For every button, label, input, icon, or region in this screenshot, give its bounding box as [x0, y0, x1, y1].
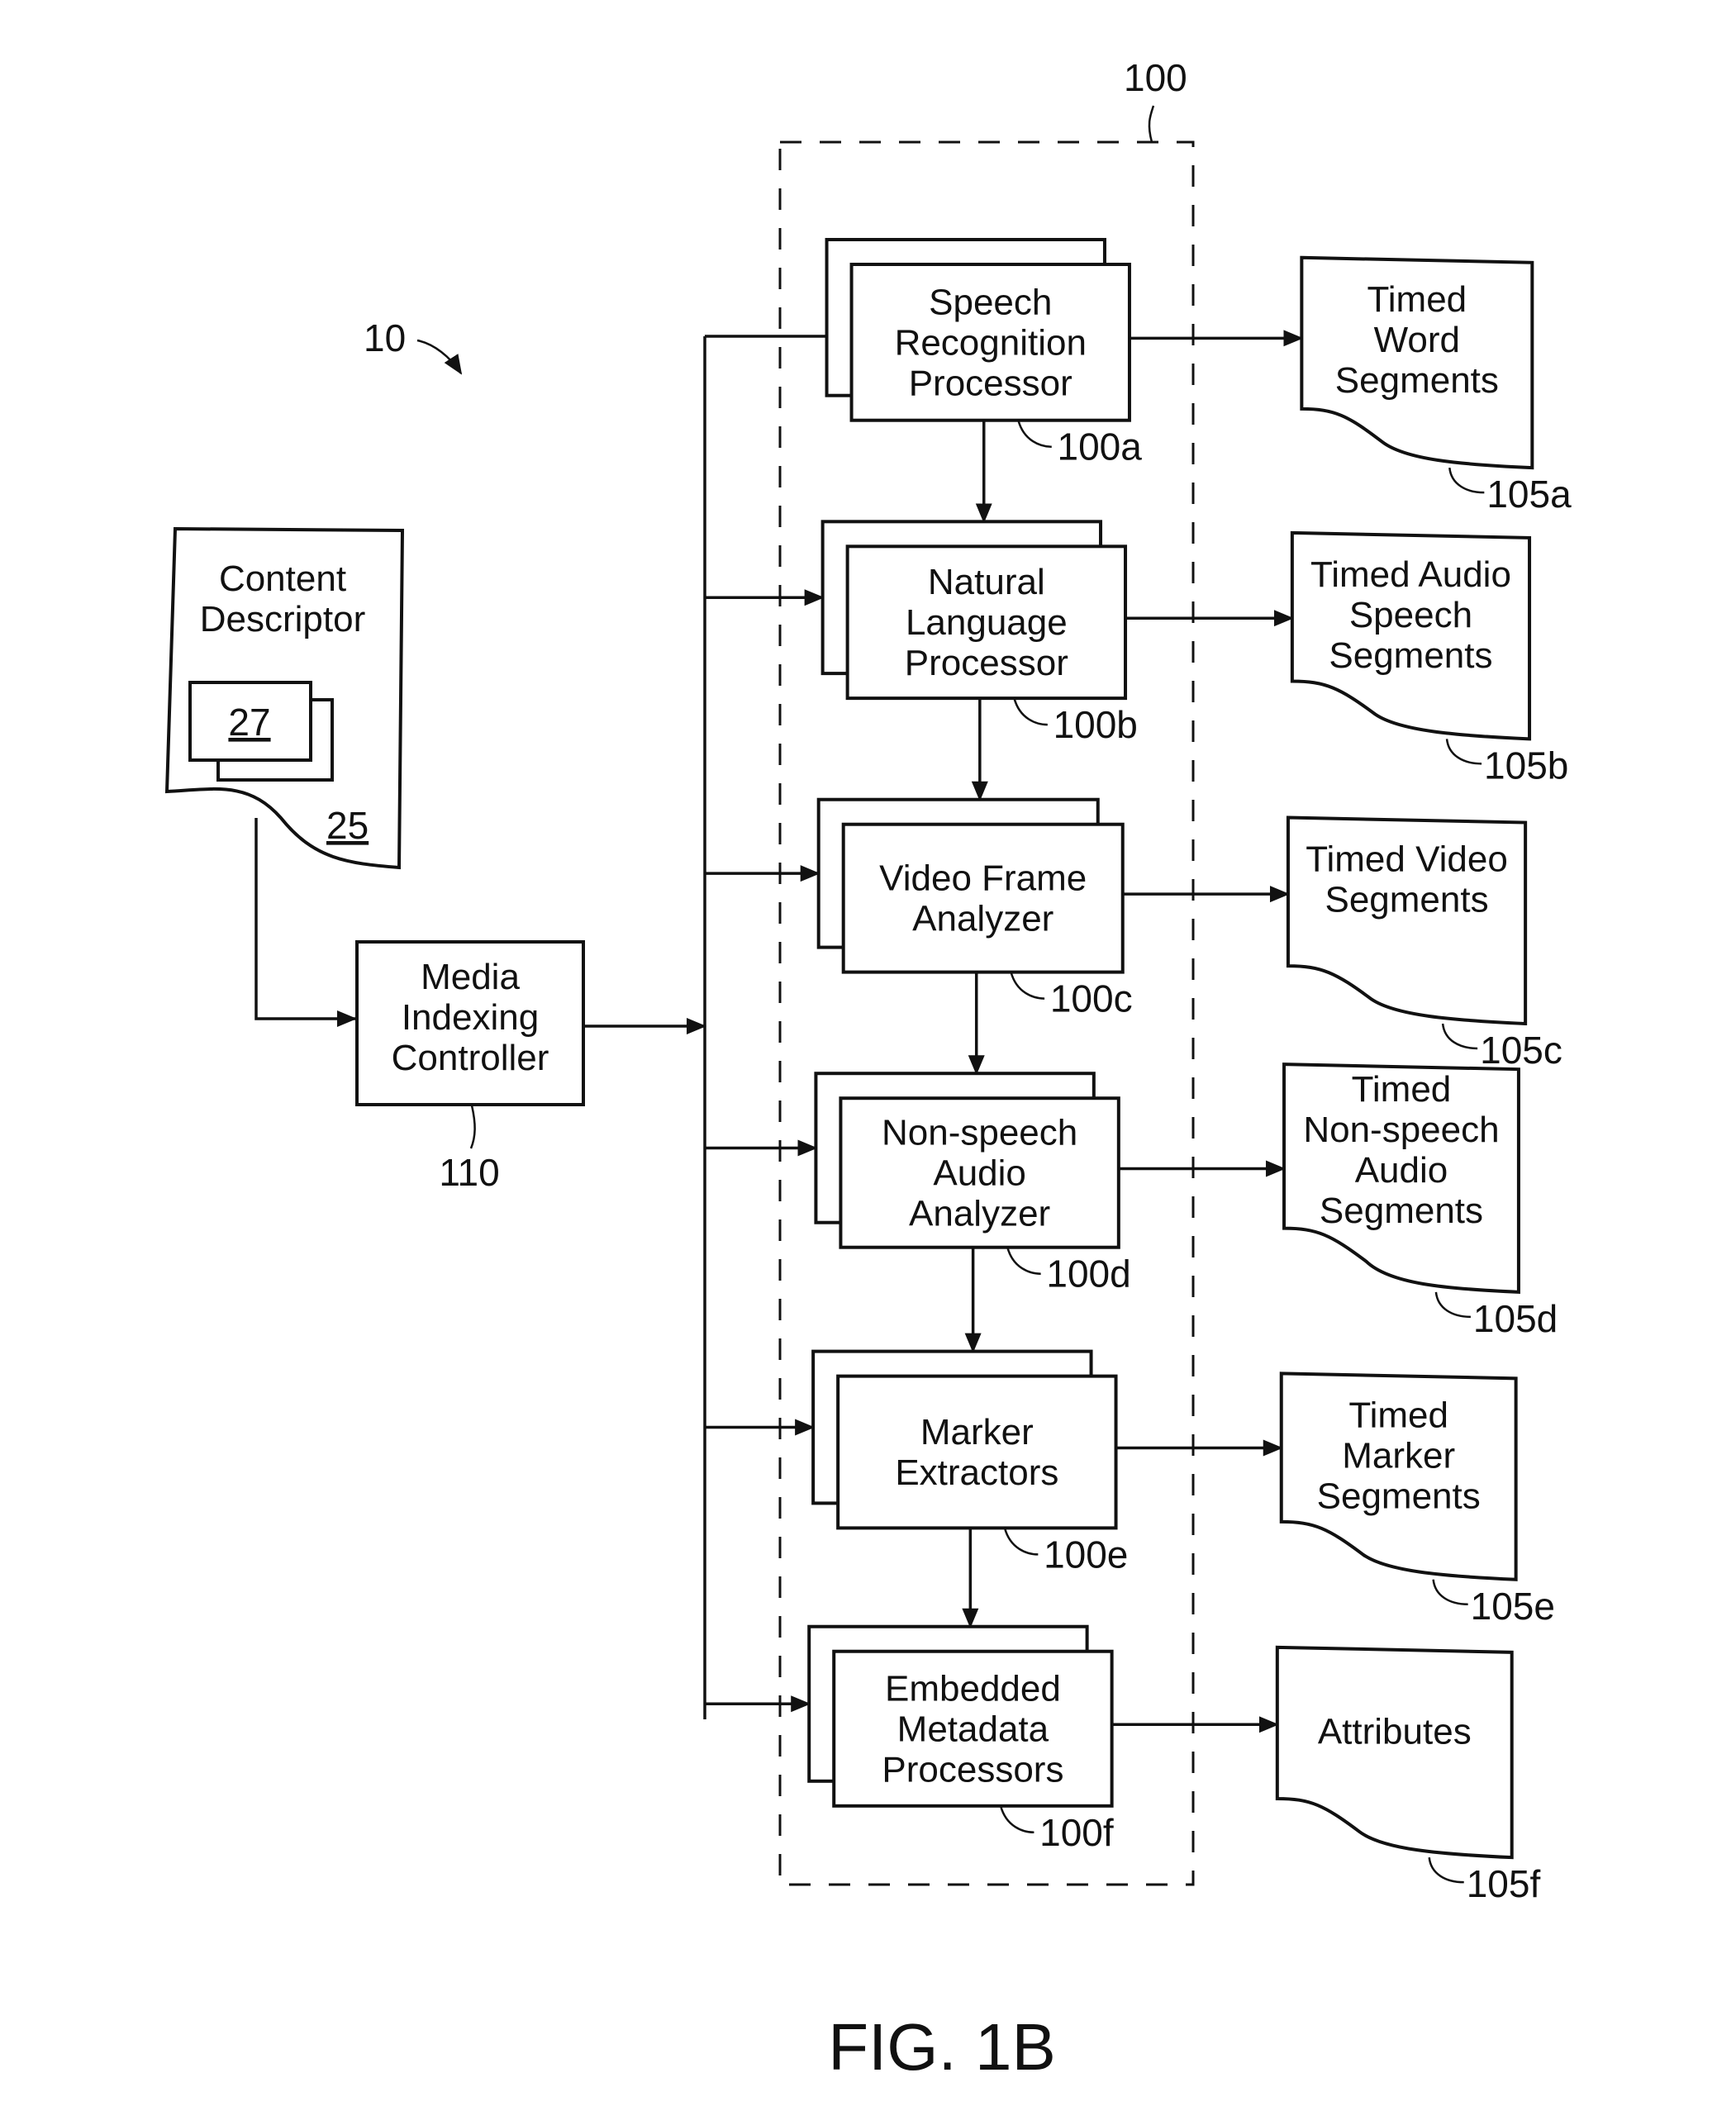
inner-item-ref: 27 — [228, 701, 270, 744]
document-label-line: Timed — [1348, 1395, 1448, 1435]
processor-ref-leader — [1006, 1247, 1041, 1275]
controller-ref: 110 — [439, 1151, 499, 1194]
document-label-line: Segments — [1317, 1476, 1481, 1516]
document-ref-leader — [1428, 1856, 1464, 1884]
processor-label-line: Speech — [929, 282, 1052, 322]
processor-module: Video FrameAnalyzer 100c — [705, 797, 1290, 1076]
processor-ref: 100e — [1044, 1533, 1128, 1576]
document-ref: 105f — [1467, 1862, 1541, 1905]
output-document: TimedWordSegments 105a — [1300, 255, 1572, 516]
processor-label-line: Audio — [933, 1153, 1026, 1193]
processor-ref: 100d — [1046, 1253, 1130, 1295]
content-descriptor-label-line-2: Descriptor — [200, 599, 366, 639]
controller-label-line-1: Media — [421, 957, 520, 997]
document-ref: 105b — [1484, 744, 1568, 787]
processor-label-line: Marker — [920, 1412, 1034, 1452]
processor-label-line: Language — [906, 602, 1068, 643]
processor-ref-leader — [1017, 420, 1052, 448]
processor-label-line: Non-speech — [882, 1112, 1077, 1153]
document-ref: 105e — [1471, 1585, 1555, 1628]
processor-module: SpeechRecognitionProcessor 100a — [705, 237, 1304, 524]
document-label-line: Non-speech — [1303, 1110, 1499, 1150]
processor-label-line: Embedded — [885, 1668, 1061, 1709]
processor-label-line: Extractors — [895, 1452, 1058, 1493]
output-document: Timed VideoSegments 105c — [1286, 815, 1562, 1072]
document-label-line: Timed Audio — [1310, 554, 1511, 595]
processor-ref-leader — [1010, 972, 1045, 1000]
processor-ref: 100b — [1053, 703, 1138, 746]
output-document: TimedNon-speechAudioSegments 105d — [1282, 1062, 1558, 1340]
processor-ref: 100f — [1039, 1811, 1114, 1854]
document-label-line: Segments — [1325, 880, 1488, 920]
processor-module: Non-speechAudioAnalyzer 100d — [705, 1072, 1287, 1353]
document-shape — [1275, 1645, 1514, 1860]
processor-label-line: Processor — [905, 643, 1068, 683]
system-ref: 10 — [364, 316, 406, 359]
document-ref-leader — [1434, 1291, 1471, 1319]
processor-module: NaturalLanguageProcessor 100b — [705, 520, 1294, 801]
content-descriptor-label-line-1: Content — [219, 559, 346, 599]
document-ref: 105c — [1480, 1029, 1562, 1072]
document-ref-leader — [1441, 1023, 1478, 1050]
system-ref-arrow-icon — [416, 339, 463, 375]
processor-label-line: Processors — [882, 1749, 1063, 1790]
document-label-line: Timed — [1367, 279, 1467, 320]
document-ref: 105d — [1473, 1297, 1558, 1340]
processor-label-line: Analyzer — [909, 1193, 1050, 1234]
document-ref-leader — [1432, 1579, 1468, 1606]
document-ref-leader — [1445, 739, 1482, 765]
content-descriptor-ref: 25 — [326, 804, 369, 847]
processor-ref: 100c — [1050, 977, 1133, 1020]
output-document: Timed AudioSpeechSegments 105b — [1290, 530, 1568, 787]
processor-module: MarkerExtractors 100e — [705, 1349, 1283, 1628]
controller-label-line-2: Indexing — [402, 997, 539, 1038]
processor-ref-leader — [999, 1805, 1034, 1834]
document-label-line: Attributes — [1318, 1712, 1472, 1752]
document-label-line: Timed — [1352, 1069, 1452, 1110]
processor-label-line: Analyzer — [912, 899, 1053, 939]
processor-label-line: Natural — [928, 562, 1045, 602]
processor-label-line: Recognition — [895, 322, 1087, 363]
content-descriptor-document: Content Descriptor 27 25 — [164, 526, 405, 870]
document-label-line: Speech — [1349, 595, 1472, 635]
document-ref-leader — [1448, 467, 1485, 494]
processor-label-line: Metadata — [897, 1709, 1049, 1749]
processor-module: EmbeddedMetadataProcessors 100f — [705, 1624, 1279, 1854]
document-label-line: Marker — [1342, 1435, 1455, 1476]
processor-ref-leader — [1003, 1528, 1039, 1556]
processor-ref-leader — [1013, 697, 1048, 726]
processor-label-line: Video Frame — [879, 858, 1087, 899]
patent-figure: 100 10 Content Descriptor 27 25 Media In… — [164, 56, 1572, 2084]
document-label-line: Audio — [1355, 1150, 1448, 1191]
module-group-ref-leader — [1148, 105, 1155, 143]
document-label-line: Segments — [1320, 1191, 1483, 1231]
figure-caption: FIG. 1B — [828, 2010, 1056, 2084]
document-label-line: Segments — [1335, 360, 1499, 401]
document-ref: 105a — [1486, 473, 1572, 516]
output-document: Attributes 105f — [1275, 1645, 1541, 1905]
document-label-line: Word — [1374, 320, 1460, 360]
document-label-line: Timed Video — [1306, 839, 1508, 880]
media-indexing-controller: Media Indexing Controller 110 — [355, 940, 585, 1194]
output-document: TimedMarkerSegments 105e — [1279, 1372, 1555, 1628]
processor-label-line: Processor — [909, 363, 1073, 403]
controller-label-line-3: Controller — [392, 1038, 549, 1078]
processor-ref: 100a — [1057, 425, 1142, 468]
module-group-ref: 100 — [1124, 56, 1187, 99]
document-label-line: Segments — [1329, 635, 1492, 676]
